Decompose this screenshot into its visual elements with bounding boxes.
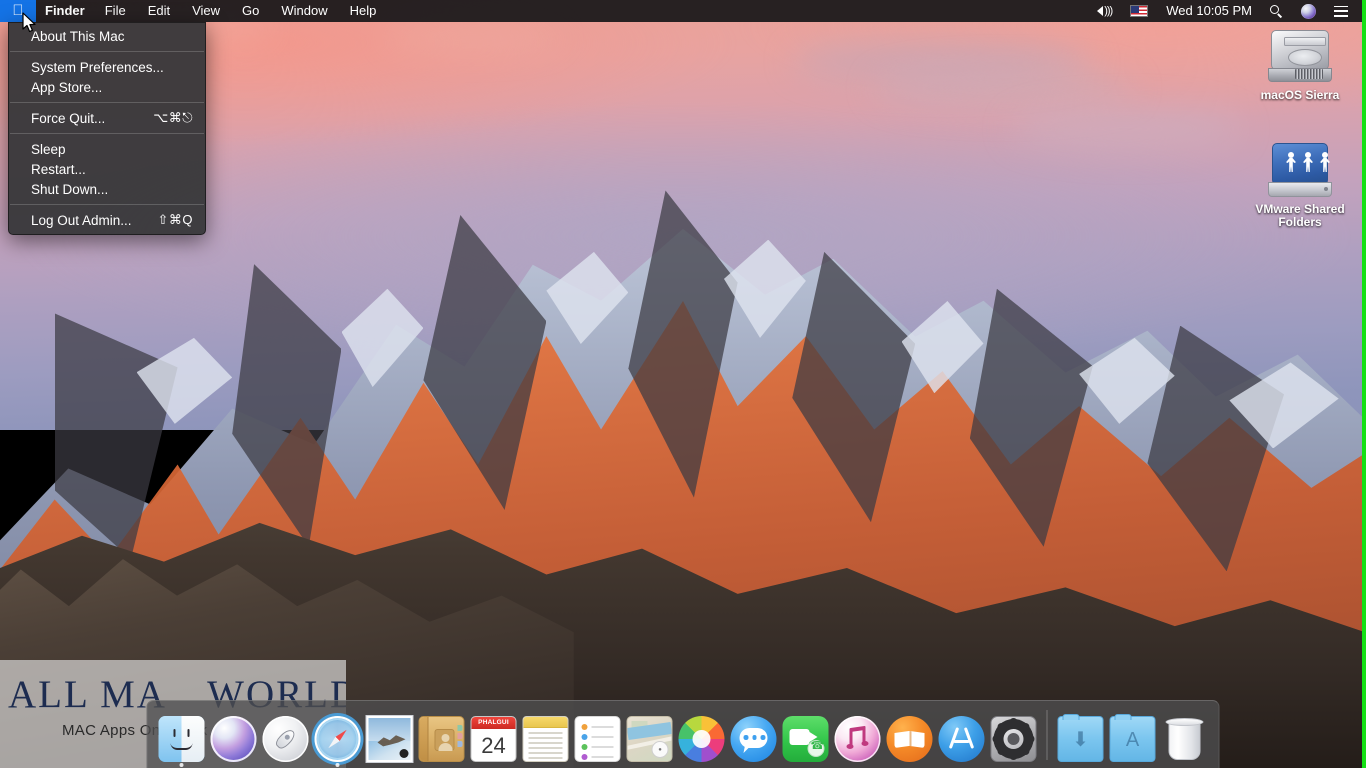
dock-item-contacts[interactable] xyxy=(416,704,468,768)
dock-item-trash[interactable] xyxy=(1159,704,1211,768)
app-store-a-icon: A xyxy=(1125,728,1140,751)
dock-item-calendar[interactable]: PHALGUI 24 xyxy=(468,704,520,768)
siri-icon xyxy=(210,716,257,762)
hard-drive-icon xyxy=(1265,28,1335,86)
search-icon[interactable] xyxy=(1262,0,1291,22)
calendar-month-label: PHALGUI xyxy=(471,717,516,729)
running-indicator xyxy=(335,763,340,767)
dock-item-system-preferences[interactable] xyxy=(988,704,1040,768)
menu-item-about-this-mac[interactable]: About This Mac xyxy=(9,26,205,46)
app-store-icon xyxy=(938,716,985,762)
dock-item-siri[interactable] xyxy=(208,704,260,768)
menu-title-finder[interactable]: Finder xyxy=(36,0,94,22)
menu-item-label: Sleep xyxy=(31,141,66,157)
dock-item-mail[interactable] xyxy=(364,704,416,768)
desktop-icon-vmware-shared-folders[interactable]: VMware Shared Folders xyxy=(1240,142,1360,229)
menu-title-go[interactable]: Go xyxy=(231,0,270,22)
ibooks-icon xyxy=(886,716,933,762)
mouse-cursor xyxy=(22,12,36,33)
menu-title-help[interactable]: Help xyxy=(339,0,388,22)
launchpad-icon xyxy=(262,716,309,762)
notes-icon xyxy=(522,716,569,762)
contacts-icon xyxy=(418,716,465,762)
menu-item-label: Restart... xyxy=(31,161,86,177)
dock-item-downloads-folder[interactable]: ⬇ xyxy=(1055,704,1107,768)
dock-separator xyxy=(1046,710,1048,760)
us-flag-icon[interactable] xyxy=(1122,0,1156,22)
watermark-title-part-a: ALL MA xyxy=(8,673,167,716)
facetime-icon xyxy=(782,716,829,762)
system-preferences-icon xyxy=(990,716,1037,762)
menu-bar-status-area: ))) Wed 10:05 PM xyxy=(1089,0,1366,22)
menu-item-sleep[interactable]: Sleep xyxy=(9,139,205,159)
dock-item-messages[interactable] xyxy=(728,704,780,768)
notification-center-icon[interactable] xyxy=(1326,0,1356,22)
calendar-day-label: 24 xyxy=(481,733,506,758)
desktop-icon-label: macOS Sierra xyxy=(1260,88,1340,102)
dock-item-launchpad[interactable] xyxy=(260,704,312,768)
menu-bar:  Finder File Edit View Go Window Help )… xyxy=(0,0,1366,22)
menu-item-system-preferences[interactable]: System Preferences... xyxy=(9,57,205,77)
dock-item-applications-folder[interactable]: A xyxy=(1107,704,1159,768)
menu-item-shut-down[interactable]: Shut Down... xyxy=(9,179,205,199)
vm-window-border xyxy=(1362,0,1366,768)
dock-item-finder[interactable] xyxy=(156,704,208,768)
menu-item-shortcut: ⌥⌘⎋ xyxy=(153,110,193,125)
photos-icon xyxy=(678,716,725,762)
menu-divider xyxy=(10,133,204,134)
dock-item-safari[interactable] xyxy=(312,704,364,768)
messages-icon xyxy=(730,716,777,762)
dock-item-notes[interactable] xyxy=(520,704,572,768)
menu-title-file[interactable]: File xyxy=(94,0,137,22)
menu-title-edit[interactable]: Edit xyxy=(137,0,181,22)
downloads-folder-icon: ⬇ xyxy=(1057,714,1104,762)
running-indicator xyxy=(179,763,184,767)
dock-item-itunes[interactable] xyxy=(832,704,884,768)
mail-icon xyxy=(366,716,413,762)
dock-item-photos[interactable] xyxy=(676,704,728,768)
menu-item-label: System Preferences... xyxy=(31,59,164,75)
menu-item-restart[interactable]: Restart... xyxy=(9,159,205,179)
menu-item-app-store[interactable]: App Store... xyxy=(9,77,205,97)
menu-title-window[interactable]: Window xyxy=(270,0,338,22)
menu-divider xyxy=(10,204,204,205)
menu-item-shortcut: ⇧⌘Q xyxy=(157,212,193,227)
itunes-icon xyxy=(834,716,881,762)
maps-icon: ● xyxy=(626,716,673,762)
finder-icon xyxy=(158,716,205,762)
menu-item-label: Shut Down... xyxy=(31,181,109,197)
dock: PHALGUI 24 ● ☎ ⬇ A xyxy=(146,700,1220,768)
menu-item-force-quit[interactable]: Force Quit... ⌥⌘⎋ xyxy=(9,108,205,128)
menu-item-log-out[interactable]: Log Out Admin... ⇧⌘Q xyxy=(9,210,205,230)
menu-item-label: About This Mac xyxy=(31,28,125,44)
siri-icon[interactable] xyxy=(1293,0,1324,22)
calendar-icon: PHALGUI 24 xyxy=(470,716,517,762)
trash-icon xyxy=(1165,716,1205,762)
dock-item-reminders[interactable] xyxy=(572,704,624,768)
menu-item-label: Log Out Admin... xyxy=(31,212,132,228)
applications-folder-icon: A xyxy=(1109,714,1156,762)
apple-menu-dropdown: About This Mac System Preferences... App… xyxy=(8,22,206,235)
reminders-icon xyxy=(574,716,621,762)
menu-item-label: App Store... xyxy=(31,79,103,95)
dock-item-ibooks[interactable] xyxy=(884,704,936,768)
dock-item-maps[interactable]: ● xyxy=(624,704,676,768)
menu-title-view[interactable]: View xyxy=(181,0,231,22)
menu-item-label: Force Quit... xyxy=(31,110,106,126)
volume-speaker-icon[interactable]: ))) xyxy=(1089,0,1120,22)
menu-divider xyxy=(10,102,204,103)
menu-bar-clock[interactable]: Wed 10:05 PM xyxy=(1158,0,1260,22)
desktop-icon-macos-sierra[interactable]: macOS Sierra xyxy=(1240,28,1360,102)
menu-divider xyxy=(10,51,204,52)
network-drive-icon xyxy=(1265,142,1335,200)
dock-item-app-store[interactable] xyxy=(936,704,988,768)
dock-item-facetime[interactable] xyxy=(780,704,832,768)
download-arrow-icon: ⬇ xyxy=(1072,728,1089,751)
safari-icon xyxy=(314,716,361,762)
desktop-icon-label: VMware Shared Folders xyxy=(1255,202,1345,229)
